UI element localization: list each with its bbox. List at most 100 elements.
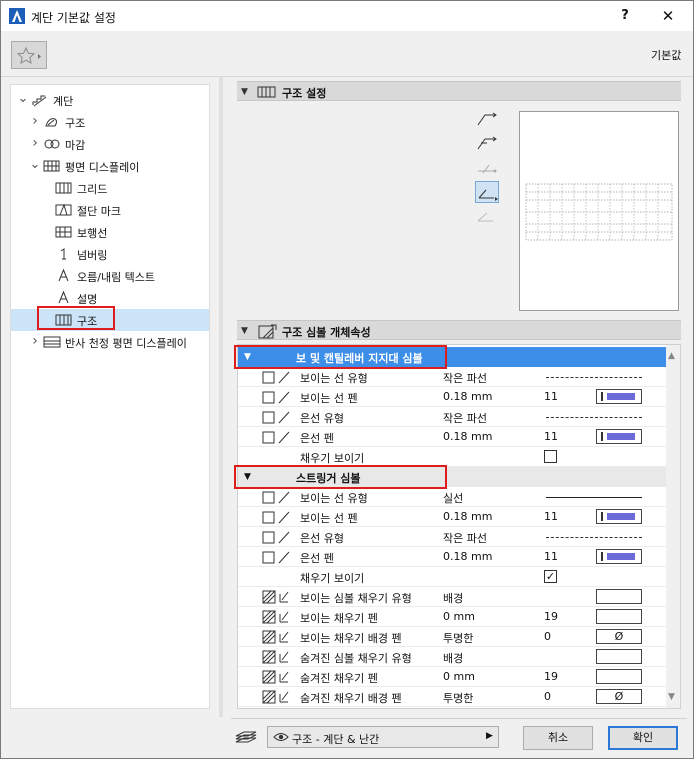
symbol-style-button-5[interactable] <box>475 205 499 227</box>
symbol-properties-header[interactable]: ▼ 구조 심볼 개체속성 <box>237 320 681 340</box>
property-row[interactable]: 은선 유형 작은 파선 <box>238 527 666 547</box>
property-value[interactable]: 0.18 mm <box>443 390 492 403</box>
symbol-style-button-2[interactable] <box>475 133 499 155</box>
fill-pattern-icon <box>262 590 276 604</box>
property-value[interactable]: 0.18 mm <box>443 550 492 563</box>
property-row[interactable]: 보이는 선 펜 0.18 mm 11 <box>238 387 666 407</box>
checkbox-icon <box>262 431 275 444</box>
pen-color-swatch[interactable] <box>596 549 642 564</box>
line-type-preview[interactable] <box>546 417 642 418</box>
line-type-preview[interactable] <box>546 377 642 378</box>
chevron-down-icon[interactable]: ⌄ <box>17 92 29 105</box>
property-row[interactable]: 보이는 선 유형 실선 <box>238 487 666 507</box>
section-title: 구조 설정 <box>282 87 327 100</box>
property-value[interactable]: 배경 <box>443 650 463 666</box>
pen-weight-mark <box>601 552 603 561</box>
property-value[interactable]: 0 mm <box>443 610 475 623</box>
property-row[interactable]: 보이는 심볼 채우기 유형 배경 <box>238 587 666 607</box>
settings-tree[interactable]: ⌄ 계단 › 구조 › 마감 ⌄ 평면 디스플레이 그리드 절단 마크 보행선넘버링오름/내림 텍스… <box>10 84 210 709</box>
pen-number[interactable]: 11 <box>544 430 558 443</box>
property-row[interactable]: 은선 펜 0.18 mm 11 <box>238 427 666 447</box>
chevron-down-icon[interactable]: ⌄ <box>29 158 41 171</box>
pen-color-bar <box>607 433 635 440</box>
pen-number[interactable]: 19 <box>544 610 558 623</box>
tree-item[interactable]: › 구조 <box>11 111 209 133</box>
favorites-button[interactable] <box>11 41 47 69</box>
pen-number[interactable]: 11 <box>544 510 558 523</box>
property-row[interactable]: 숨겨진 채우기 펜 0 mm 19 <box>238 667 666 687</box>
property-row[interactable]: 보이는 채우기 배경 펜 투명한 0 Ø <box>238 627 666 647</box>
divider <box>1 76 693 77</box>
chevron-right-icon[interactable]: › <box>29 136 41 150</box>
property-row[interactable]: 은선 펜 0.18 mm 11 <box>238 547 666 567</box>
property-row[interactable]: 보이는 선 유형 작은 파선 <box>238 367 666 387</box>
pen-number[interactable]: 11 <box>544 390 558 403</box>
tree-item[interactable]: 그리드 <box>11 177 209 199</box>
pen-line-icon <box>278 491 290 504</box>
chevron-right-icon[interactable]: › <box>29 114 41 128</box>
fill-swatch[interactable]: Ø <box>596 629 642 644</box>
cancel-button[interactable]: 취소 <box>523 726 593 750</box>
fill-swatch[interactable] <box>596 669 642 684</box>
property-row[interactable]: 보이는 채우기 펜 0 mm 19 <box>238 607 666 627</box>
property-value[interactable]: 작은 파선 <box>443 410 487 426</box>
properties-scrollbar[interactable]: ▲ ▼ <box>666 345 680 708</box>
tree-item[interactable]: › 마감 <box>11 133 209 155</box>
scroll-down-icon[interactable]: ▼ <box>668 692 675 702</box>
pen-number[interactable]: 11 <box>544 550 558 563</box>
tree-item[interactable]: 보행선 <box>11 221 209 243</box>
line-type-preview[interactable] <box>546 537 642 538</box>
property-value[interactable]: 작은 파선 <box>443 530 487 546</box>
symbol-style-button-3[interactable] <box>475 157 499 179</box>
symbol-style-button-4[interactable] <box>475 181 499 203</box>
pen-color-swatch[interactable] <box>596 389 642 404</box>
section-title: 구조 심볼 개체속성 <box>282 326 371 339</box>
property-value[interactable]: 0.18 mm <box>443 510 492 523</box>
ok-button[interactable]: 확인 <box>608 726 678 750</box>
fill-swatch[interactable] <box>596 589 642 604</box>
pen-number[interactable]: 0 <box>544 690 551 703</box>
fill-swatch[interactable] <box>596 609 642 624</box>
property-value[interactable]: 투명한 <box>443 630 473 646</box>
property-value[interactable]: 0.18 mm <box>443 430 492 443</box>
symbol-style-button-1[interactable] <box>475 109 499 131</box>
tree-item[interactable]: › 반사 천정 평면 디스플레이 <box>11 331 209 353</box>
property-value[interactable]: 실선 <box>443 490 463 506</box>
property-label: 숨겨진 심볼 채우기 유형 <box>300 652 412 665</box>
property-row[interactable]: 보이는 선 펜 0.18 mm 11 <box>238 507 666 527</box>
chevron-right-icon[interactable]: › <box>29 334 41 348</box>
show-fill-checkbox[interactable]: ✓ <box>544 570 557 583</box>
tree-item[interactable]: 절단 마크 <box>11 199 209 221</box>
line-type-preview[interactable] <box>546 497 642 498</box>
tree-item[interactable]: 넘버링 <box>11 243 209 265</box>
pen-color-swatch[interactable] <box>596 429 642 444</box>
property-value[interactable]: 0 mm <box>443 670 475 683</box>
layer-selector[interactable]: 구조 - 계단 & 난간 ▶ <box>267 726 499 748</box>
property-value[interactable]: 투명한 <box>443 690 473 706</box>
archicad-app-icon <box>9 8 25 24</box>
property-row[interactable]: 은선 유형 작은 파선 <box>238 407 666 427</box>
show-fill-checkbox[interactable] <box>544 450 557 463</box>
property-value[interactable]: 배경 <box>443 590 463 606</box>
help-button[interactable]: ? <box>613 6 637 26</box>
pen-number[interactable]: 0 <box>544 630 551 643</box>
property-row[interactable]: 채우기 보이기 <box>238 447 666 467</box>
property-row[interactable]: 숨겨진 심볼 채우기 유형 배경 <box>238 647 666 667</box>
tree-item-label: 넘버링 <box>77 249 108 262</box>
scroll-up-icon[interactable]: ▲ <box>668 351 675 361</box>
close-button[interactable]: ✕ <box>653 6 683 26</box>
stair-line-icon <box>478 164 497 174</box>
fill-swatch[interactable]: Ø <box>596 689 642 704</box>
property-row[interactable]: 채우기 보이기 ✓ <box>238 567 666 587</box>
tree-item[interactable]: 오름/내림 텍스트 <box>11 265 209 287</box>
pen-line-icon <box>278 551 290 564</box>
structure-settings-header[interactable]: ▼ 구조 설정 <box>237 81 681 101</box>
fill-swatch[interactable] <box>596 649 642 664</box>
property-row[interactable]: 숨겨진 채우기 배경 펜 투명한 0 Ø <box>238 687 666 707</box>
tree-item[interactable]: ⌄ 평면 디스플레이 <box>11 155 209 177</box>
pen-color-swatch[interactable] <box>596 509 642 524</box>
panel-splitter[interactable] <box>219 77 223 717</box>
pen-number[interactable]: 19 <box>544 670 558 683</box>
property-value[interactable]: 작은 파선 <box>443 370 487 386</box>
tree-item[interactable]: ⌄ 계단 <box>11 89 209 111</box>
